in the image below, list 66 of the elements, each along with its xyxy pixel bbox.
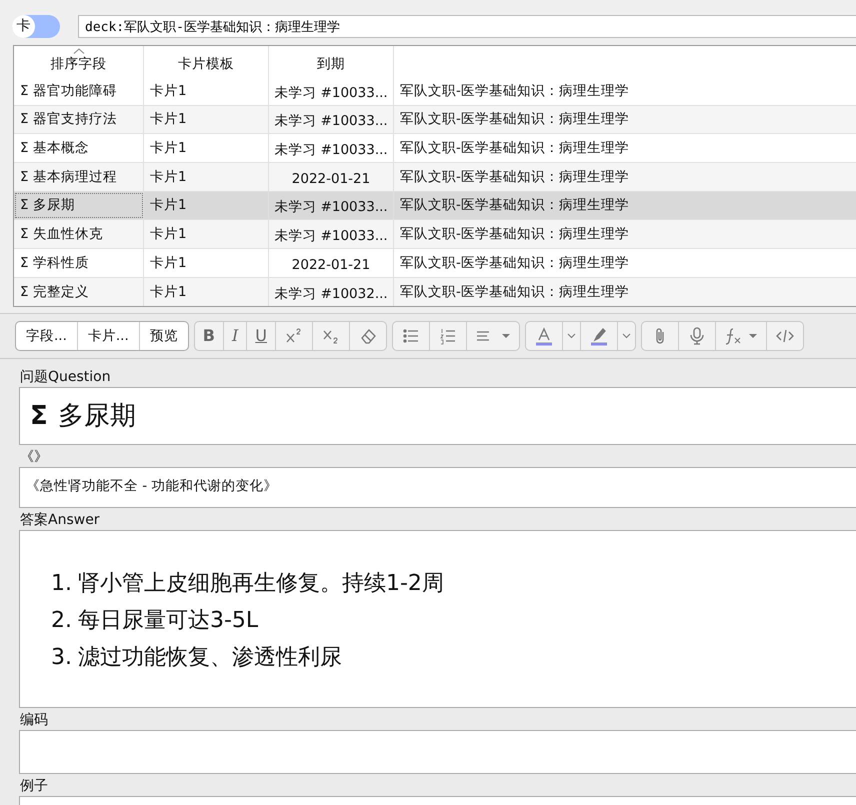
table-cell: 未学习 #10033...	[269, 220, 394, 248]
list-number: 1.	[50, 570, 72, 598]
list-item: 滤过功能恢复、渗透性利尿	[78, 644, 342, 672]
table-cell: 未学习 #10032...	[269, 278, 394, 306]
table-row[interactable]: Σ 基本病理过程 卡片1 2022-01-21 军队文职-医学基础知识：病理生理学	[14, 163, 856, 192]
field-label: 《》	[19, 448, 49, 467]
table-cell: Σ 器官支持疗法	[14, 106, 144, 134]
table-cell: Σ 基本病理过程	[14, 163, 144, 191]
table-cell: 卡片1	[144, 163, 269, 191]
italic-button[interactable]: I	[224, 322, 248, 350]
table-cell-text: 军队文职-医学基础知识：病理生理学	[399, 282, 630, 302]
table-row[interactable]: Σ 多尿期 卡片1 未学习 #10033... 军队文职-医学基础知识：病理生理学	[14, 192, 856, 220]
field-label: 问题Question	[19, 368, 112, 387]
list-number: 3.	[50, 644, 72, 672]
table-cell: 未学习 #10033...	[269, 134, 394, 162]
table-cell: 2022-01-21	[269, 163, 394, 191]
question-text: 多尿期	[58, 400, 136, 432]
column-header[interactable]: 排序字段	[14, 46, 144, 77]
list-number: 2.	[50, 607, 72, 635]
table-cell: 卡片1	[144, 249, 269, 277]
field-label: 答案Answer	[19, 511, 101, 530]
sort-caret-icon	[72, 48, 84, 54]
tab-button[interactable]: 卡片...	[78, 322, 140, 350]
list-item: 肾小管上皮细胞再生修复。持续1-2周	[78, 570, 444, 598]
table-cell: Σ 完整定义	[14, 278, 144, 306]
table-cell-text: 军队文职-医学基础知识：病理生理学	[399, 82, 630, 101]
column-header[interactable]: 卡片模板	[144, 46, 269, 77]
table-cell-text: 军队文职-医学基础知识：病理生理学	[399, 168, 630, 187]
table-cell-text: 军队文职-医学基础知识：病理生理学	[399, 254, 630, 273]
tab-button[interactable]: 字段...	[16, 322, 78, 350]
table-cell: 卡片1	[144, 106, 269, 134]
tab-button[interactable]: 预览	[140, 322, 188, 350]
sigma-symbol: Σ	[30, 400, 48, 432]
table-cell: 未学习 #10033...	[269, 192, 394, 220]
list-item: 每日尿量可达3-5L	[78, 607, 258, 635]
table-cell: Σ 学科性质	[14, 249, 144, 277]
table-row[interactable]: Σ 完整定义 卡片1 未学习 #10032... 军队文职-医学基础知识：病理生理学	[14, 278, 856, 306]
answer-field[interactable]: 1. 肾小管上皮细胞再生修复。持续1-2周 2. 每日尿量可达3-5L 3. 滤过功能恢复、渗透性利尿	[19, 530, 856, 708]
text-field[interactable]: 《急性肾功能不全 - 功能和代谢的变化》	[19, 467, 856, 508]
toggle-switch[interactable]: 卡	[12, 15, 60, 38]
table-cell-text: 军队文职-医学基础知识：病理生理学	[399, 225, 630, 244]
field-label: 例子	[19, 777, 49, 796]
table-cell: Σ 多尿期	[14, 192, 144, 220]
table-row[interactable]: Σ 器官支持疗法 卡片1 未学习 #10033... 军队文职-医学基础知识：病理生理学	[14, 106, 856, 134]
table-cell: Σ 器官功能障碍	[14, 77, 144, 105]
table-cell: 卡片1	[144, 278, 269, 306]
table-cell: 未学习 #10033...	[269, 106, 394, 134]
table-cell-text: 军队文职-医学基础知识：病理生理学	[399, 196, 630, 216]
table-cell: 未学习 #10033...	[269, 77, 394, 105]
table-cell-text: 军队文职-医学基础知识：病理生理学	[399, 139, 630, 158]
field-label: 编码	[19, 711, 49, 730]
table-cell: Σ 失血性休克	[14, 220, 144, 248]
table-cell-text: 军队文职-医学基础知识：病理生理学	[399, 110, 630, 130]
column-header[interactable]: 到期	[269, 46, 394, 77]
bold-button[interactable]: B	[194, 322, 224, 350]
table-cell: 卡片1	[144, 192, 269, 220]
input-field[interactable]	[19, 730, 856, 774]
table-cell: Σ 基本概念	[14, 134, 144, 162]
table-cell: 卡片1	[144, 77, 269, 105]
table-cell: 卡片1	[144, 220, 269, 248]
table-cell: 卡片1	[144, 134, 269, 162]
question-field[interactable]: Σ 多尿期	[19, 387, 856, 445]
table-cell: 2022-01-21	[269, 249, 394, 277]
table-row[interactable]: Σ 失血性休克 卡片1 未学习 #10033... 军队文职-医学基础知识：病理生理学	[14, 220, 856, 250]
search-field[interactable]: deck:军队文职-医学基础知识：病理生理学	[78, 15, 856, 38]
underline-button[interactable]: U	[247, 322, 276, 350]
